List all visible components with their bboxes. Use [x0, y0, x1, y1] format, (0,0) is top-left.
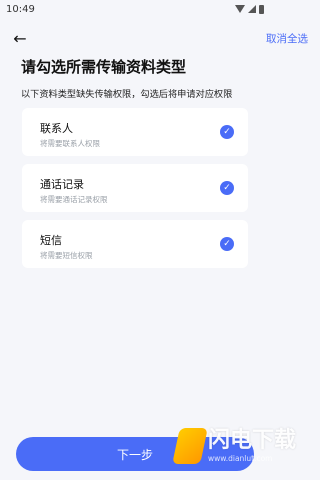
permission-item-contacts[interactable]: 联系人 将需要联系人权限 ✓ [22, 108, 248, 156]
page-title: 请勾选所需传输资料类型 [21, 58, 187, 76]
deselect-all-button[interactable]: 取消全选 [266, 31, 308, 46]
back-button[interactable]: ← [10, 28, 30, 48]
permission-item-title: 短信 [40, 234, 62, 247]
battery-icon [259, 4, 264, 14]
permission-item-call-log[interactable]: 通话记录 将需要通话记录权限 ✓ [22, 164, 248, 212]
arrow-left-icon: ← [13, 28, 27, 48]
permission-item-sms[interactable]: 短信 将需要短信权限 ✓ [22, 220, 248, 268]
permission-item-desc: 将需要通话记录权限 [40, 195, 108, 204]
signal-icon [248, 5, 256, 13]
permission-item-title: 联系人 [40, 122, 73, 135]
status-icons [235, 4, 264, 14]
checkbox-checked-icon[interactable]: ✓ [220, 237, 234, 251]
status-bar: 10:49 [0, 0, 270, 18]
permission-item-desc: 将需要联系人权限 [40, 139, 100, 148]
page-subtitle: 以下资料类型缺失传输权限，勾选后将申请对应权限 [21, 89, 233, 100]
permission-item-desc: 将需要短信权限 [40, 251, 93, 260]
status-time: 10:49 [6, 3, 35, 15]
wifi-icon [235, 5, 245, 13]
checkbox-checked-icon[interactable]: ✓ [220, 125, 234, 139]
permission-list: 联系人 将需要联系人权限 ✓ 通话记录 将需要通话记录权限 ✓ 短信 将需要短信… [22, 108, 248, 276]
next-button[interactable]: 下一步 [16, 437, 254, 471]
permission-item-title: 通话记录 [40, 178, 84, 191]
checkbox-checked-icon[interactable]: ✓ [220, 181, 234, 195]
